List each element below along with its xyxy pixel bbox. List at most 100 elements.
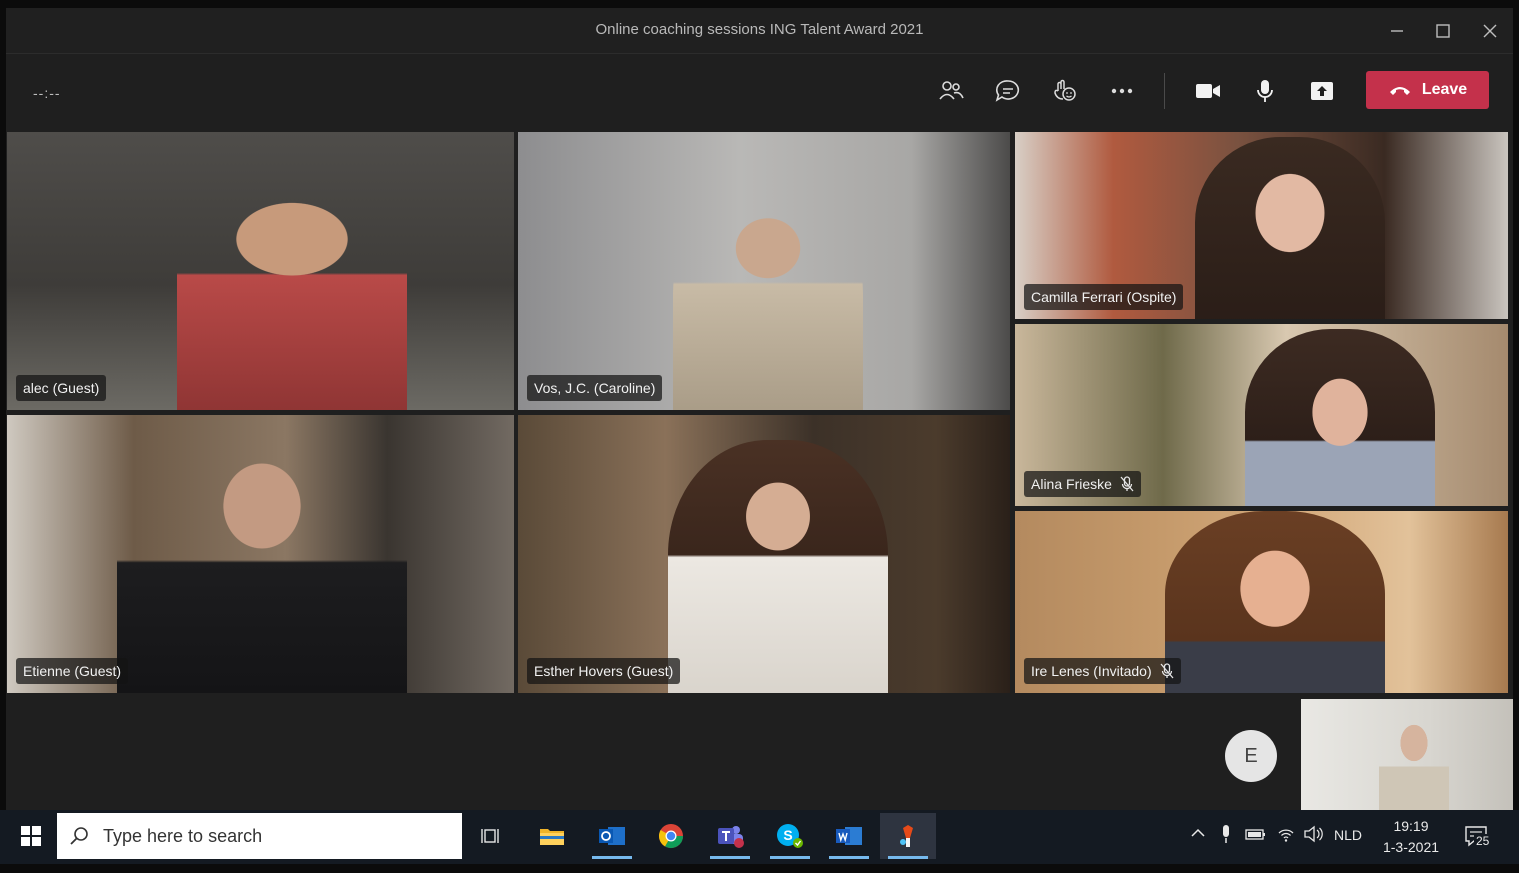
windows-taskbar: Type here to search S NLD 19:19 1-3-2021… [0, 810, 1519, 864]
minimize-icon [1391, 30, 1403, 32]
more-icon [1111, 88, 1133, 94]
participant-name: alec (Guest) [23, 380, 100, 396]
chevron-up-icon [1191, 828, 1205, 837]
chrome-icon [658, 824, 683, 849]
skype-icon: S [777, 824, 803, 848]
running-indicator [888, 856, 928, 859]
notification-count: 25 [1474, 834, 1492, 848]
search-placeholder: Type here to search [103, 825, 263, 846]
participant-silhouette [1245, 329, 1435, 506]
windows-logo-icon [21, 826, 41, 846]
tray-volume[interactable] [1303, 825, 1323, 846]
clock-time: 19:19 [1393, 818, 1429, 834]
battery-icon [1245, 829, 1265, 840]
taskbar-file-explorer[interactable] [524, 813, 580, 859]
participant-silhouette [1165, 511, 1385, 693]
clock-date: 1-3-2021 [1382, 839, 1440, 855]
toolbar-divider [1164, 73, 1165, 109]
chat-icon [995, 80, 1020, 102]
search-icon [70, 827, 88, 845]
meeting-toolbar: --:-- Leave [6, 55, 1513, 131]
title-bar: Online coaching sessions ING Talent Awar… [6, 8, 1513, 54]
participants-button[interactable] [931, 73, 971, 109]
task-view-button[interactable] [464, 813, 520, 859]
participant-silhouette [1195, 137, 1385, 319]
participant-silhouette [1379, 711, 1449, 810]
microphone-icon [1223, 825, 1229, 843]
tray-battery[interactable] [1245, 826, 1267, 845]
video-tile-esther[interactable]: Esther Hovers (Guest) [518, 415, 1010, 693]
video-tile-etienne[interactable]: Etienne (Guest) [7, 415, 514, 693]
video-tile-alec[interactable]: alec (Guest) [7, 132, 514, 410]
self-view-video[interactable] [1301, 699, 1513, 810]
taskbar-word[interactable] [821, 813, 877, 859]
participant-name-tag: Vos, J.C. (Caroline) [527, 375, 663, 401]
teams-window: Online coaching sessions ING Talent Awar… [6, 8, 1513, 810]
start-button[interactable] [8, 813, 54, 859]
participant-silhouette [117, 425, 407, 693]
minimize-button[interactable] [1382, 18, 1412, 44]
raise-hand-icon [1054, 79, 1076, 101]
taskbar-active-app[interactable] [880, 813, 936, 859]
tray-network[interactable] [1277, 825, 1295, 846]
participant-name-tag: Camilla Ferrari (Ospite) [1024, 284, 1184, 310]
video-tile-vos[interactable]: Vos, J.C. (Caroline) [518, 132, 1010, 410]
taskbar-chrome[interactable] [643, 813, 699, 859]
running-indicator [829, 856, 869, 859]
running-indicator [710, 856, 750, 859]
maximize-button[interactable] [1428, 18, 1458, 44]
svg-text:S: S [783, 827, 792, 843]
participant-name-tag: Ire Lenes (Invitado) [1024, 658, 1181, 684]
input-language[interactable]: NLD [1334, 827, 1362, 843]
camera-icon [1196, 84, 1220, 98]
participant-name-tag: alec (Guest) [16, 375, 107, 401]
participant-avatar[interactable]: E [1225, 730, 1277, 782]
participant-name-tag: Etienne (Guest) [16, 658, 129, 684]
meeting-timer: --:-- [33, 85, 61, 101]
taskbar-search-box[interactable]: Type here to search [57, 813, 462, 859]
tray-microphone[interactable] [1219, 824, 1233, 847]
close-button[interactable] [1475, 18, 1505, 44]
participant-name-tag: Alina Frieske [1024, 471, 1141, 497]
close-icon [1483, 24, 1497, 38]
wifi-icon [1278, 829, 1294, 842]
participant-name-tag: Esther Hovers (Guest) [527, 658, 681, 684]
muted-mic-icon [1160, 663, 1174, 679]
leave-label: Leave [1421, 81, 1468, 98]
running-indicator [592, 856, 632, 859]
video-tile-camilla[interactable]: Camilla Ferrari (Ospite) [1015, 132, 1508, 319]
taskbar-clock[interactable]: 19:19 1-3-2021 [1378, 816, 1444, 858]
participant-name: Ire Lenes (Invitado) [1031, 663, 1152, 679]
muted-mic-icon [1120, 476, 1134, 492]
participant-name: Esther Hovers (Guest) [534, 663, 674, 679]
microphone-icon [1257, 80, 1273, 102]
taskbar-outlook[interactable] [584, 813, 640, 859]
participant-name: Alina Frieske [1031, 476, 1112, 492]
participant-name: Vos, J.C. (Caroline) [534, 380, 656, 396]
reactions-button[interactable] [1045, 73, 1085, 109]
video-tile-alina[interactable]: Alina Frieske [1015, 324, 1508, 506]
microphone-button[interactable] [1245, 73, 1285, 109]
share-icon [1311, 82, 1333, 100]
participant-name: Etienne (Guest) [23, 663, 122, 679]
video-tile-ire[interactable]: Ire Lenes (Invitado) [1015, 511, 1508, 693]
camera-button[interactable] [1188, 73, 1228, 109]
paint-icon [900, 825, 913, 847]
speaker-icon [1304, 825, 1323, 843]
folder-icon [540, 829, 564, 845]
taskbar-skype[interactable]: S [762, 813, 818, 859]
share-screen-button[interactable] [1302, 73, 1342, 109]
chat-button[interactable] [988, 73, 1028, 109]
people-icon [939, 81, 964, 100]
window-title: Online coaching sessions ING Talent Awar… [595, 21, 924, 38]
running-indicator [770, 856, 810, 859]
taskbar-teams[interactable] [702, 813, 758, 859]
outlook-icon [599, 827, 625, 845]
show-hidden-icons[interactable] [1190, 825, 1206, 844]
word-icon [836, 827, 862, 845]
action-center-button[interactable]: 25 [1462, 822, 1494, 852]
leave-button[interactable]: Leave [1366, 71, 1489, 109]
participant-silhouette [673, 192, 863, 410]
more-options-button[interactable] [1102, 73, 1142, 109]
participant-name: Camilla Ferrari (Ospite) [1031, 289, 1177, 305]
